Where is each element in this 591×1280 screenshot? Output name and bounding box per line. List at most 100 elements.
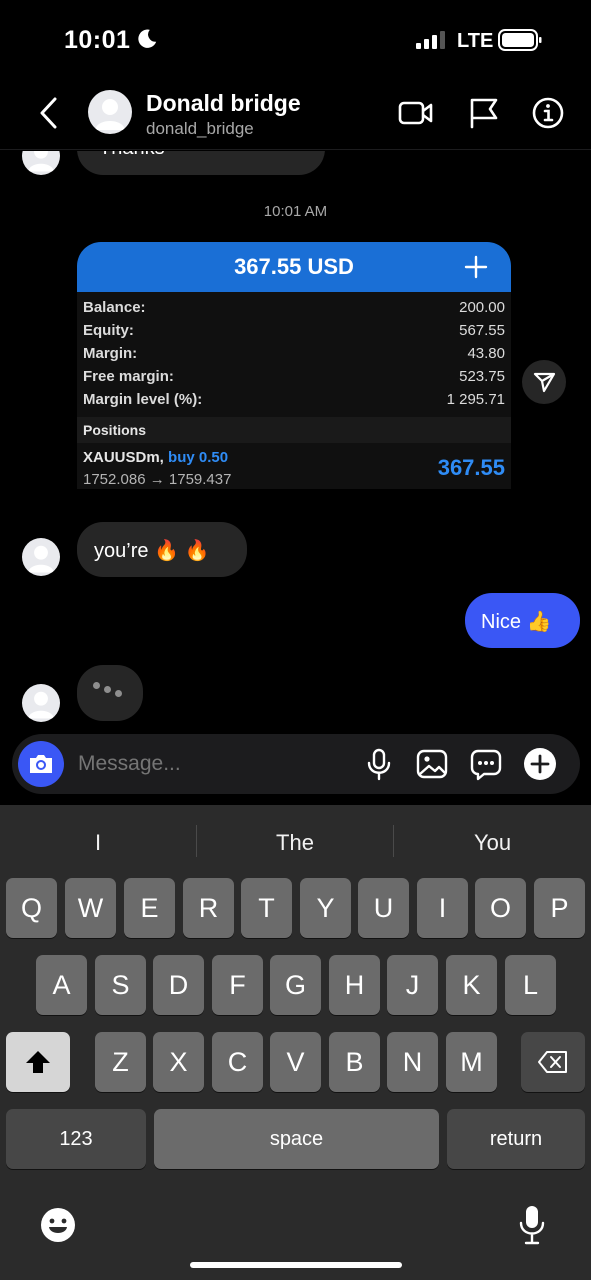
key-v[interactable]: V	[270, 1032, 321, 1092]
typing-dot	[115, 690, 122, 697]
message-input[interactable]	[78, 752, 338, 776]
positions-heading: Positions	[77, 417, 511, 443]
backspace-icon	[538, 1051, 567, 1073]
stat-value: 43.80	[467, 345, 505, 362]
space-key[interactable]: space	[154, 1109, 439, 1169]
return-key[interactable]: return	[447, 1109, 585, 1169]
shift-key[interactable]	[6, 1032, 70, 1092]
key-i[interactable]: I	[417, 878, 468, 938]
stat-row: Margin: 43.80	[83, 342, 505, 365]
stat-row: Equity: 567.55	[83, 319, 505, 342]
symbol-text: XAUUSDm,	[83, 449, 164, 466]
key-a[interactable]: A	[36, 955, 87, 1015]
add-icon[interactable]	[523, 747, 557, 781]
flag-icon[interactable]	[466, 96, 502, 130]
key-q[interactable]: Q	[6, 878, 57, 938]
suggestion-3[interactable]: You	[394, 825, 591, 861]
video-call-icon[interactable]	[398, 96, 434, 130]
camera-button[interactable]	[18, 741, 64, 787]
network-label: LTE	[457, 30, 494, 52]
key-z[interactable]: Z	[95, 1032, 146, 1092]
back-icon[interactable]	[36, 96, 62, 130]
key-w[interactable]: W	[65, 878, 116, 938]
stat-value: 523.75	[459, 368, 505, 385]
key-h[interactable]: H	[329, 955, 380, 1015]
key-x[interactable]: X	[153, 1032, 204, 1092]
message-text: you’re 🔥 🔥	[94, 540, 210, 562]
signal-icon	[416, 31, 445, 49]
gallery-icon[interactable]	[415, 747, 449, 781]
key-y[interactable]: Y	[300, 878, 351, 938]
card-header: 367.55 USD	[77, 242, 511, 292]
card-amount: 367.55 USD	[234, 254, 354, 279]
message-timestamp: 10:01 AM	[263, 203, 328, 220]
position-prices: 1752.086 → 1759.437	[83, 471, 232, 488]
emoji-icon[interactable]	[39, 1206, 77, 1244]
position-row: XAUUSDm, buy 0.50 1752.086 → 1759.437 36…	[83, 443, 505, 489]
message-bubble[interactable]: you’re 🔥 🔥	[77, 522, 247, 577]
status-time: 10:01	[64, 26, 131, 54]
typing-indicator	[77, 665, 143, 721]
stat-label: Balance:	[83, 299, 146, 316]
position-symbol: XAUUSDm, buy 0.50	[83, 449, 228, 466]
send-icon	[533, 372, 556, 393]
shared-trade-card[interactable]: 367.55 USD Balance: 200.00 Equity: 567.55 …	[77, 242, 511, 489]
microphone-icon[interactable]	[362, 747, 396, 781]
key-d[interactable]: D	[153, 955, 204, 1015]
card-body: Balance: 200.00 Equity: 567.55 Margin: 43.8…	[77, 292, 511, 489]
home-indicator	[190, 1262, 402, 1268]
camera-icon	[30, 755, 52, 773]
key-o[interactable]: O	[475, 878, 526, 938]
sticker-icon[interactable]	[469, 747, 503, 781]
contact-name[interactable]: Donald bridge	[146, 90, 301, 117]
key-c[interactable]: C	[212, 1032, 263, 1092]
delete-key[interactable]	[521, 1032, 585, 1092]
contact-handle[interactable]: donald_bridge	[146, 119, 254, 139]
plus-icon	[464, 255, 488, 279]
key-l[interactable]: L	[505, 955, 556, 1015]
moon-icon	[138, 29, 157, 48]
key-b[interactable]: B	[329, 1032, 380, 1092]
key-e[interactable]: E	[124, 878, 175, 938]
message-text: Nice 👍	[481, 611, 552, 633]
key-j[interactable]: J	[387, 955, 438, 1015]
conversation-header: Donald bridge donald_bridge	[0, 80, 591, 150]
dictation-icon[interactable]	[516, 1204, 548, 1246]
typing-dot	[104, 686, 111, 693]
info-icon[interactable]	[530, 96, 566, 130]
contact-avatar[interactable]	[88, 90, 132, 134]
key-k[interactable]: K	[446, 955, 497, 1015]
message-bubble[interactable]: Thanks	[77, 151, 325, 175]
suggestion-1[interactable]: I	[0, 825, 196, 861]
suggestion-2[interactable]: The	[197, 825, 393, 861]
key-f[interactable]: F	[212, 955, 263, 1015]
numbers-key[interactable]: 123	[6, 1109, 146, 1169]
status-bar: 10:01 LTE	[0, 0, 591, 80]
message-thread[interactable]: Thanks 10:01 AM 367.55 USD Balance: 200.0…	[0, 151, 591, 731]
key-g[interactable]: G	[270, 955, 321, 1015]
sender-avatar	[22, 684, 60, 722]
stat-value: 567.55	[459, 322, 505, 339]
stat-label: Margin level (%):	[83, 391, 203, 408]
sender-avatar	[22, 538, 60, 576]
outgoing-message-bubble[interactable]: Nice 👍	[465, 593, 580, 648]
stat-label: Margin:	[83, 345, 138, 362]
battery-icon	[498, 29, 542, 51]
shift-icon	[26, 1051, 50, 1073]
key-u[interactable]: U	[358, 878, 409, 938]
key-m[interactable]: M	[446, 1032, 497, 1092]
key-s[interactable]: S	[95, 955, 146, 1015]
key-n[interactable]: N	[387, 1032, 438, 1092]
share-button[interactable]	[522, 360, 566, 404]
sender-avatar	[22, 151, 60, 175]
typing-dot	[93, 682, 100, 689]
position-profit: 367.55	[437, 455, 505, 480]
stat-label: Free margin:	[83, 368, 174, 385]
key-t[interactable]: T	[241, 878, 292, 938]
message-text: Thanks	[99, 151, 165, 160]
stat-label: Equity:	[83, 322, 134, 339]
key-p[interactable]: P	[534, 878, 585, 938]
keyboard: I The You Q W E R T Y U I O P A S D F G …	[0, 805, 591, 1280]
position-side: buy 0.50	[168, 449, 229, 466]
key-r[interactable]: R	[183, 878, 234, 938]
